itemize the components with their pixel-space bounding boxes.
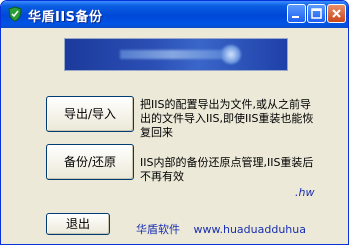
minimize-icon — [292, 16, 299, 18]
backup-restore-description: IIS内部的备份还原点管理,IIS重装后不再有效 — [140, 156, 314, 183]
close-button[interactable] — [327, 4, 346, 23]
maximize-icon — [311, 8, 322, 19]
banner-globe — [221, 45, 241, 64]
header-banner-image — [64, 38, 288, 71]
backup-restore-button[interactable]: 备份/还原 — [46, 144, 134, 180]
export-import-description: 把IIS的配置导出为文件,或从之前导出的文件导入IIS,即使IIS重装也能恢复回… — [140, 98, 314, 139]
link-fragment: .hw — [295, 186, 315, 199]
maximize-button[interactable] — [307, 4, 326, 23]
close-icon — [332, 9, 341, 18]
title-bar[interactable]: 华盾IIS备份 — [1, 1, 348, 28]
minimize-button[interactable] — [287, 4, 306, 23]
banner-stripe — [120, 50, 225, 59]
footer-text: 华盾软件 www.huaduadduhua — [136, 221, 306, 237]
export-import-button[interactable]: 导出/导入 — [46, 96, 134, 132]
website-link[interactable]: www.huaduadduhua — [194, 223, 306, 236]
app-window: 华盾IIS备份 导出/导入 把IIS的配置导出为文件,或从之前导出的文件导入II… — [0, 0, 349, 245]
exit-button[interactable]: 退出 — [46, 213, 110, 235]
company-name: 华盾软件 — [136, 223, 180, 236]
client-area: 导出/导入 把IIS的配置导出为文件,或从之前导出的文件导入IIS,即使IIS重… — [4, 28, 345, 241]
app-shield-icon — [7, 6, 23, 22]
window-title: 华盾IIS备份 — [28, 10, 103, 25]
